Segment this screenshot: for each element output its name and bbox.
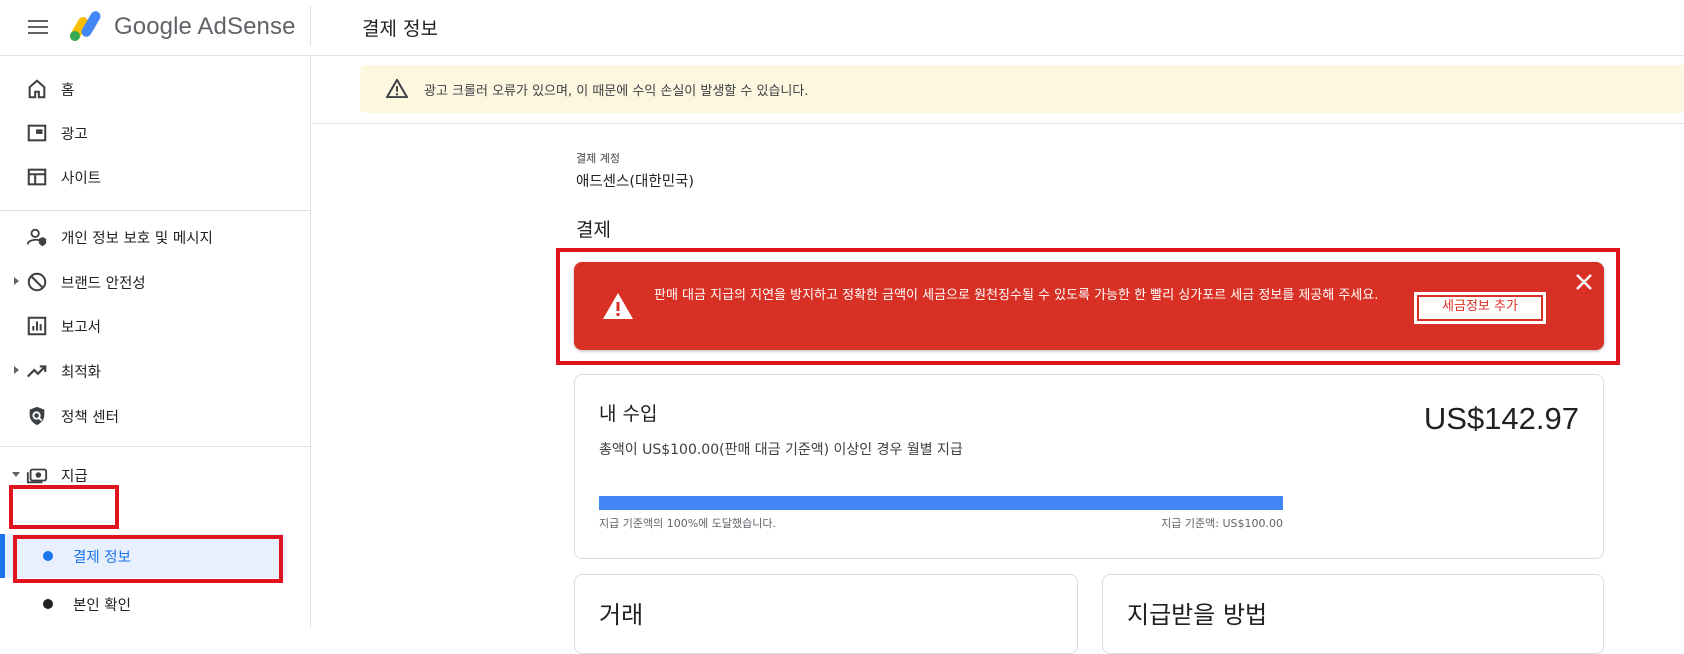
reports-icon — [27, 316, 47, 336]
sidebar-item-label: 사이트 — [61, 171, 102, 187]
sidebar-item-label: 정책 센터 — [61, 410, 119, 426]
sidebar-divider — [0, 210, 310, 211]
block-icon — [27, 272, 47, 292]
payment-threshold-progress-bar — [599, 496, 1283, 510]
sidebar-item-policy-center[interactable]: 정책 센터 — [0, 395, 310, 435]
collapse-arrow-icon[interactable] — [12, 472, 20, 477]
sidebar-item-privacy[interactable]: 개인 정보 보호 및 메시지 — [0, 216, 310, 256]
sidebar-item-reports[interactable]: 보고서 — [0, 305, 310, 345]
progress-threshold-text: 지급 기준액: US$100.00 — [1161, 517, 1283, 530]
close-icon[interactable] — [1572, 270, 1596, 294]
policy-icon — [29, 406, 45, 426]
sidebar-item-home[interactable]: 홈 — [0, 68, 310, 108]
sidebar-item-optimization[interactable]: 최적화 — [0, 350, 310, 390]
trending-up-icon — [27, 365, 47, 378]
earnings-card: 내 수입 US$142.97 총액이 US$100.00(판매 대금 기준액) … — [574, 374, 1604, 559]
warning-icon — [386, 78, 408, 98]
privacy-icon — [26, 228, 47, 247]
payments-heading: 결제 — [576, 219, 611, 241]
warning-icon — [603, 293, 633, 319]
main-divider — [312, 123, 1684, 124]
account-value: 애드센스(대한민국) — [576, 174, 695, 190]
payments-icon — [26, 468, 48, 484]
sidebar-item-label: 개인 정보 보호 및 메시지 — [61, 231, 213, 247]
tax-info-error-banner: 판매 대금 지급의 지연을 방지하고 정확한 금액이 세금으로 원천징수될 수 … — [574, 262, 1604, 350]
transactions-title: 거래 — [599, 601, 644, 629]
ads-icon — [27, 124, 47, 142]
payment-method-title: 지급받을 방법 — [1127, 601, 1268, 629]
progress-status-text: 지급 기준액의 100%에 도달했습니다. — [599, 517, 776, 530]
expand-arrow-icon[interactable] — [14, 366, 19, 374]
account-label: 결제 계정 — [576, 152, 620, 165]
sidebar-item-brand-safety[interactable]: 브랜드 안전성 — [0, 261, 310, 301]
sidebar-item-ads[interactable]: 광고 — [0, 112, 310, 152]
sidebar: 홈 광고 사이트 개인 정보 보호 및 메시지 브랜드 안전성 보고서 최적화 … — [0, 56, 311, 628]
sidebar-item-label: 홈 — [61, 83, 75, 99]
earnings-description: 총액이 US$100.00(판매 대금 기준액) 이상인 경우 월별 지급 — [599, 442, 963, 458]
sidebar-divider — [0, 446, 310, 447]
header-divider — [310, 6, 311, 46]
sidebar-item-label: 광고 — [61, 127, 88, 143]
sidebar-subitem-label: 결제 정보 — [73, 550, 131, 566]
bullet-dot-icon — [43, 599, 53, 609]
hamburger-menu-icon[interactable] — [24, 16, 52, 40]
page-title: 결제 정보 — [362, 18, 438, 40]
home-icon — [28, 79, 46, 99]
crawler-warning-banner[interactable]: 광고 크롤러 오류가 있으며, 이 때문에 수익 손실이 발생할 수 있습니다. — [360, 65, 1684, 113]
brand-name: Google AdSense — [114, 13, 296, 40]
sidebar-item-sites[interactable]: 사이트 — [0, 156, 310, 196]
top-app-bar: Google AdSense 결제 정보 — [0, 0, 1684, 56]
progress-bar-fill — [599, 496, 1283, 510]
sidebar-item-label: 지급 — [61, 469, 88, 485]
sidebar-item-label: 보고서 — [61, 320, 102, 336]
sidebar-subitem-label: 본인 확인 — [73, 598, 131, 614]
sidebar-subitem-identity-verification[interactable]: 본인 확인 — [0, 582, 285, 626]
add-tax-info-button[interactable]: 세금정보 추가 — [1414, 292, 1546, 324]
sidebar-item-payments[interactable]: 지급 — [0, 454, 310, 494]
warning-text: 광고 크롤러 오류가 있으며, 이 때문에 수익 손실이 발생할 수 있습니다. — [424, 84, 809, 99]
sidebar-subitem-payment-info[interactable]: 결제 정보 — [0, 534, 285, 578]
bullet-dot-icon — [43, 551, 53, 561]
error-banner-text: 판매 대금 지급의 지연을 방지하고 정확한 금액이 세금으로 원천징수될 수 … — [654, 288, 1379, 303]
expand-arrow-icon[interactable] — [14, 277, 19, 285]
payment-method-card[interactable]: 지급받을 방법 — [1102, 574, 1604, 654]
sites-icon — [27, 168, 47, 186]
sidebar-item-label: 브랜드 안전성 — [61, 276, 146, 292]
transactions-card[interactable]: 거래 — [574, 574, 1078, 654]
adsense-logo-icon — [70, 11, 101, 41]
sidebar-item-label: 최적화 — [61, 365, 102, 381]
earnings-title: 내 수입 — [599, 403, 658, 425]
earnings-amount: US$142.97 — [1423, 401, 1579, 436]
